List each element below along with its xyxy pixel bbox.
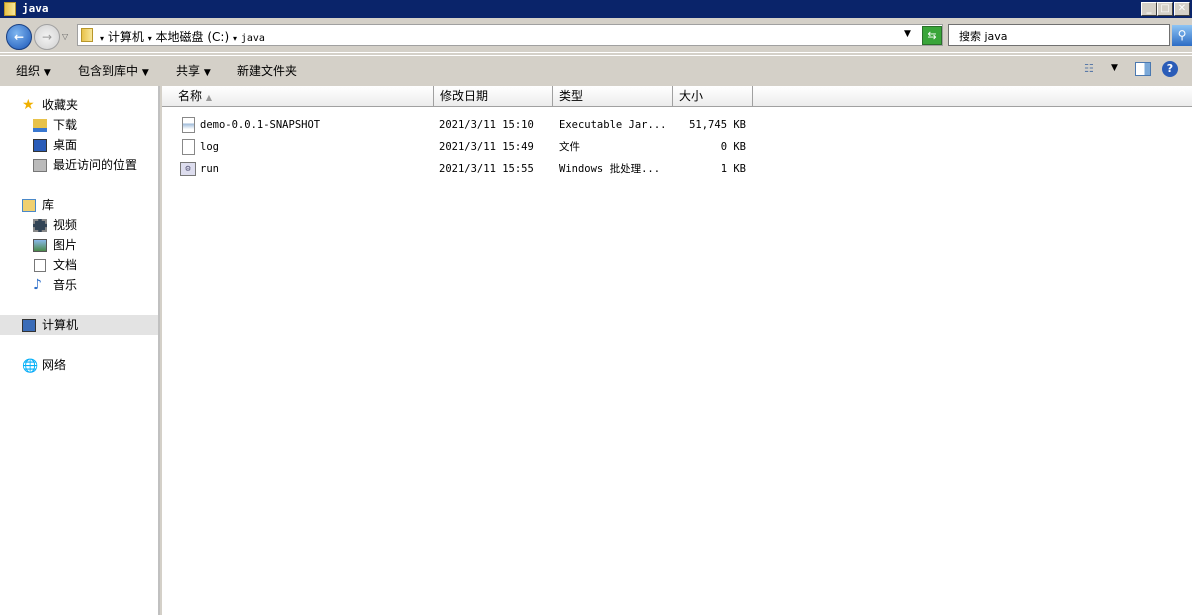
search-input[interactable]: 搜索 java	[948, 24, 1170, 46]
sidebar-item-music[interactable]: ♪ 音乐	[0, 275, 158, 295]
folder-icon	[81, 28, 93, 42]
new-folder-button[interactable]: 新建文件夹	[237, 62, 297, 79]
recent-places-icon	[33, 159, 47, 172]
forward-button[interactable]: →	[34, 24, 60, 50]
share-menu[interactable]: 共享 ▼	[176, 62, 211, 79]
breadcrumb-java[interactable]: java	[241, 33, 265, 44]
sidebar-item-recent[interactable]: 最近访问的位置	[0, 155, 158, 175]
include-library-menu[interactable]: 包含到库中 ▼	[78, 62, 149, 79]
search-icon[interactable]: ⚲	[1172, 25, 1192, 46]
sidebar-item-computer[interactable]: 计算机	[0, 315, 158, 335]
minimize-button[interactable]: _	[1141, 2, 1157, 16]
column-header-name[interactable]: 名称 ▲	[162, 86, 434, 107]
title-bar: java _ □ ✕	[0, 0, 1192, 18]
column-header-filler	[753, 86, 1192, 107]
file-row[interactable]: demo-0.0.1-SNAPSHOT 2021/3/11 15:10 Exec…	[162, 114, 762, 136]
address-dropdown-icon[interactable]: ▼	[904, 29, 911, 39]
sidebar-item-downloads[interactable]: 下载	[0, 115, 158, 135]
batch-file-icon: ⚙	[180, 162, 196, 176]
view-options-icon[interactable]: ☷	[1084, 62, 1094, 75]
network-icon: 🌐	[22, 359, 39, 374]
view-dropdown-icon[interactable]: ▼	[1111, 63, 1118, 73]
libraries-icon	[22, 199, 36, 212]
sidebar-item-favorites[interactable]: ★ 收藏夹	[0, 95, 158, 115]
help-icon[interactable]: ?	[1162, 61, 1178, 77]
sidebar-item-network[interactable]: 🌐 网络	[0, 355, 158, 375]
folder-icon	[4, 2, 16, 16]
maximize-button[interactable]: □	[1157, 2, 1173, 16]
sidebar-item-documents[interactable]: 文档	[0, 255, 158, 275]
window-title: java	[22, 2, 49, 15]
preview-pane-button[interactable]	[1135, 62, 1151, 76]
sidebar-item-desktop[interactable]: 桌面	[0, 135, 158, 155]
sidebar-item-pictures[interactable]: 图片	[0, 235, 158, 255]
file-row[interactable]: ⚙ run 2021/3/11 15:55 Windows 批处理... 1 K…	[162, 158, 762, 180]
documents-icon	[34, 259, 46, 272]
pictures-icon	[33, 239, 47, 252]
recent-pages-dropdown[interactable]: ▽	[62, 32, 68, 41]
column-header-type[interactable]: 类型	[553, 86, 673, 107]
breadcrumb-local-disk[interactable]: 本地磁盘 (C:)	[156, 30, 230, 44]
column-header-date[interactable]: 修改日期	[434, 86, 553, 107]
navigation-pane: ★ 收藏夹 下载 桌面 最近访问的位置 库 视频 图片 文档 ♪ 音乐 计算机 🌐 网…	[0, 86, 160, 615]
file-row[interactable]: log 2021/3/11 15:49 文件 0 KB	[162, 136, 762, 158]
breadcrumb-computer[interactable]: 计算机	[108, 30, 144, 44]
blank-file-icon	[182, 139, 195, 155]
star-icon: ★	[22, 97, 35, 113]
sidebar-item-libraries[interactable]: 库	[0, 195, 158, 215]
close-button[interactable]: ✕	[1174, 2, 1190, 16]
file-list: 名称 ▲ 修改日期 类型 大小 demo-0.0.1-SNAPSHOT 2021…	[162, 86, 1192, 615]
column-header-size[interactable]: 大小	[673, 86, 753, 107]
address-bar[interactable]: ▾ 计算机 ▾ 本地磁盘 (C:) ▾ java ▼	[77, 24, 943, 46]
music-icon: ♪	[33, 277, 42, 293]
computer-icon	[22, 319, 36, 332]
videos-icon	[33, 219, 47, 232]
downloads-icon	[33, 119, 47, 132]
refresh-button[interactable]: ⇆	[922, 26, 942, 45]
organize-menu[interactable]: 组织 ▼	[16, 62, 51, 79]
jar-file-icon	[182, 117, 195, 133]
sidebar-item-videos[interactable]: 视频	[0, 215, 158, 235]
back-button[interactable]: ←	[6, 24, 32, 50]
sort-ascending-icon: ▲	[205, 93, 212, 102]
desktop-icon	[33, 139, 47, 152]
